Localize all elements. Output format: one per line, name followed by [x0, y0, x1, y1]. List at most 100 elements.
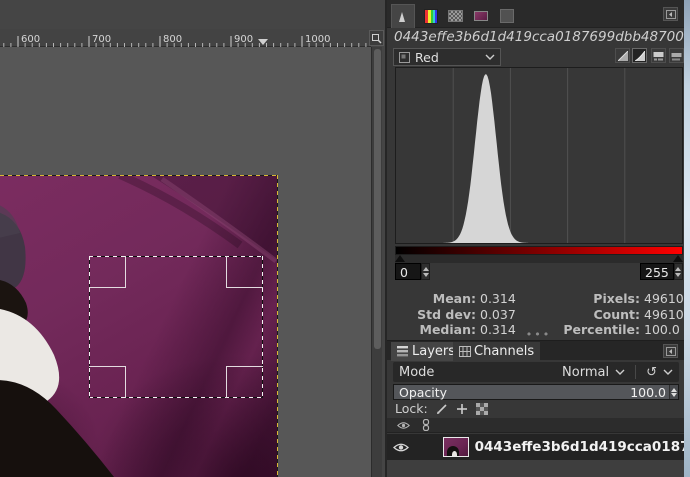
- diagonal-linear-icon: [618, 51, 628, 61]
- layer-boundary-right: [277, 175, 278, 477]
- tab-menu-icon: [666, 347, 676, 356]
- dock-splitter-handle[interactable]: •••: [387, 331, 690, 339]
- layer-mode-row: Mode Normal ↺: [393, 362, 679, 382]
- histogram-icon: [395, 10, 411, 23]
- opacity-slider[interactable]: Opacity 100.0: [393, 384, 679, 400]
- divider: [635, 365, 636, 379]
- selection-handle-bottom-right[interactable]: [226, 366, 263, 398]
- range-high-spin-arrows[interactable]: [674, 263, 683, 280]
- svg-text:900: 900: [234, 34, 253, 45]
- range-high-spinbox[interactable]: 255: [640, 263, 683, 280]
- zoom-follow-window-button[interactable]: [369, 30, 384, 46]
- log-scale-icon: [671, 51, 682, 61]
- perceptual-histogram-button[interactable]: [632, 48, 647, 63]
- lock-position-move-icon[interactable]: [456, 403, 468, 415]
- range-slider-track[interactable]: [395, 255, 683, 263]
- horizontal-ruler: 6007008009001000: [0, 29, 371, 47]
- visibility-column-eye-icon[interactable]: [397, 421, 410, 430]
- layer-visibility-eye-icon[interactable]: [387, 442, 415, 453]
- range-low-value[interactable]: 0: [395, 263, 421, 280]
- histogram-scale-log-button[interactable]: [669, 48, 684, 63]
- chevron-down-icon[interactable]: [615, 369, 625, 375]
- window-edge-strip: [684, 0, 690, 477]
- mode-reset-icon[interactable]: ↺: [646, 365, 657, 380]
- histogram-image-title: 0443effe3b6d1d419cca0187699dbb48700d3...: [394, 29, 684, 46]
- thumbnail-cat-white-patch: [452, 451, 457, 457]
- mode-select[interactable]: Normal: [562, 365, 609, 380]
- pixels-value: 49610: [644, 292, 683, 307]
- layer-thumbnail[interactable]: [443, 437, 469, 457]
- tab-layers[interactable]: Layers: [391, 342, 461, 361]
- lock-pixels-brush-icon[interactable]: [436, 403, 448, 415]
- image-canvas[interactable]: [0, 47, 371, 477]
- mean-value: 0.314: [480, 292, 552, 307]
- svg-text:700: 700: [92, 34, 111, 45]
- ruler-ticks: 6007008009001000: [0, 29, 371, 47]
- channels-icon: [459, 346, 471, 357]
- lock-alpha-icon[interactable]: [476, 403, 488, 415]
- color-stripes-icon: [424, 9, 438, 24]
- range-low-spinbox[interactable]: 0: [395, 263, 430, 280]
- mean-label: Mean:: [395, 292, 480, 307]
- svg-text:600: 600: [21, 34, 40, 45]
- linear-scale-icon: [653, 51, 664, 61]
- canvas-vertical-scrollbar[interactable]: [371, 47, 382, 477]
- histogram-curve: [396, 68, 682, 243]
- tab-histogram[interactable]: [391, 4, 415, 28]
- layers-tab-menu-button[interactable]: [663, 344, 678, 358]
- range-high-value[interactable]: 255: [640, 263, 674, 280]
- chevron-down-icon[interactable]: [663, 369, 673, 375]
- count-value: 49610: [644, 308, 683, 323]
- layer-boundary-top: [0, 175, 278, 176]
- tab-grey-square[interactable]: [495, 4, 519, 28]
- channel-gradient-bar[interactable]: [395, 246, 683, 255]
- selection-handle-top-left[interactable]: [89, 256, 126, 288]
- opacity-label: Opacity: [399, 385, 447, 400]
- opacity-value: 100.0: [630, 385, 669, 400]
- lock-row: Lock:: [395, 401, 488, 416]
- channel-icon: [399, 52, 410, 63]
- histogram-scale-linear-button[interactable]: [651, 48, 666, 63]
- gimp-window: 6007008009001000: [0, 0, 690, 477]
- opacity-spin-arrows[interactable]: [669, 385, 678, 399]
- stddev-label: Std dev:: [395, 308, 480, 323]
- magnifier-icon: [371, 33, 382, 44]
- pixels-label: Pixels:: [552, 292, 644, 307]
- selection-handle-bottom-left[interactable]: [89, 366, 126, 398]
- canvas-vertical-scrollbar-thumb[interactable]: [374, 49, 381, 349]
- channel-select[interactable]: Red: [393, 48, 501, 66]
- range-slider-low-handle[interactable]: [395, 255, 405, 262]
- rectangle-selection[interactable]: [89, 256, 263, 398]
- layer-name[interactable]: 0443effe3b6d1d419cca018769: [475, 439, 690, 455]
- tab-colors[interactable]: [419, 4, 443, 28]
- diagonal-perceptual-icon: [635, 51, 645, 61]
- link-column-chain-icon[interactable]: [422, 419, 430, 431]
- tab-layers-label: Layers: [412, 344, 455, 359]
- layer-list-empty-area: [387, 460, 690, 477]
- layer-list-header: [387, 418, 690, 433]
- image-layer[interactable]: [0, 175, 278, 477]
- histogram-plot[interactable]: [395, 67, 683, 244]
- lock-label: Lock:: [395, 401, 428, 416]
- right-dock: 0443effe3b6d1d419cca0187699dbb48700d3...…: [385, 0, 690, 477]
- layer-row[interactable]: 0443effe3b6d1d419cca018769: [387, 434, 690, 460]
- range-slider-high-handle[interactable]: [673, 255, 683, 262]
- histogram-dock-tabbar: [387, 0, 690, 28]
- histogram-tab-menu-button[interactable]: [663, 7, 678, 21]
- tab-channels-label: Channels: [474, 344, 534, 359]
- image-thumbnail-icon: [474, 11, 488, 21]
- selection-handle-top-right[interactable]: [226, 256, 263, 288]
- layers-dock-tabbar: Layers Channels: [387, 340, 690, 360]
- tab-patterns[interactable]: [443, 4, 467, 28]
- tab-channels[interactable]: Channels: [453, 342, 540, 361]
- grey-square-icon: [500, 9, 514, 23]
- tab-menu-icon: [666, 10, 676, 19]
- pattern-grid-icon: [448, 10, 463, 22]
- chevron-down-icon: [485, 54, 495, 60]
- tab-image-thumbnail[interactable]: [469, 4, 493, 28]
- count-label: Count:: [552, 308, 644, 323]
- range-low-spin-arrows[interactable]: [421, 263, 430, 280]
- channel-select-value: Red: [415, 50, 439, 65]
- linear-histogram-button[interactable]: [615, 48, 630, 63]
- svg-text:800: 800: [163, 34, 182, 45]
